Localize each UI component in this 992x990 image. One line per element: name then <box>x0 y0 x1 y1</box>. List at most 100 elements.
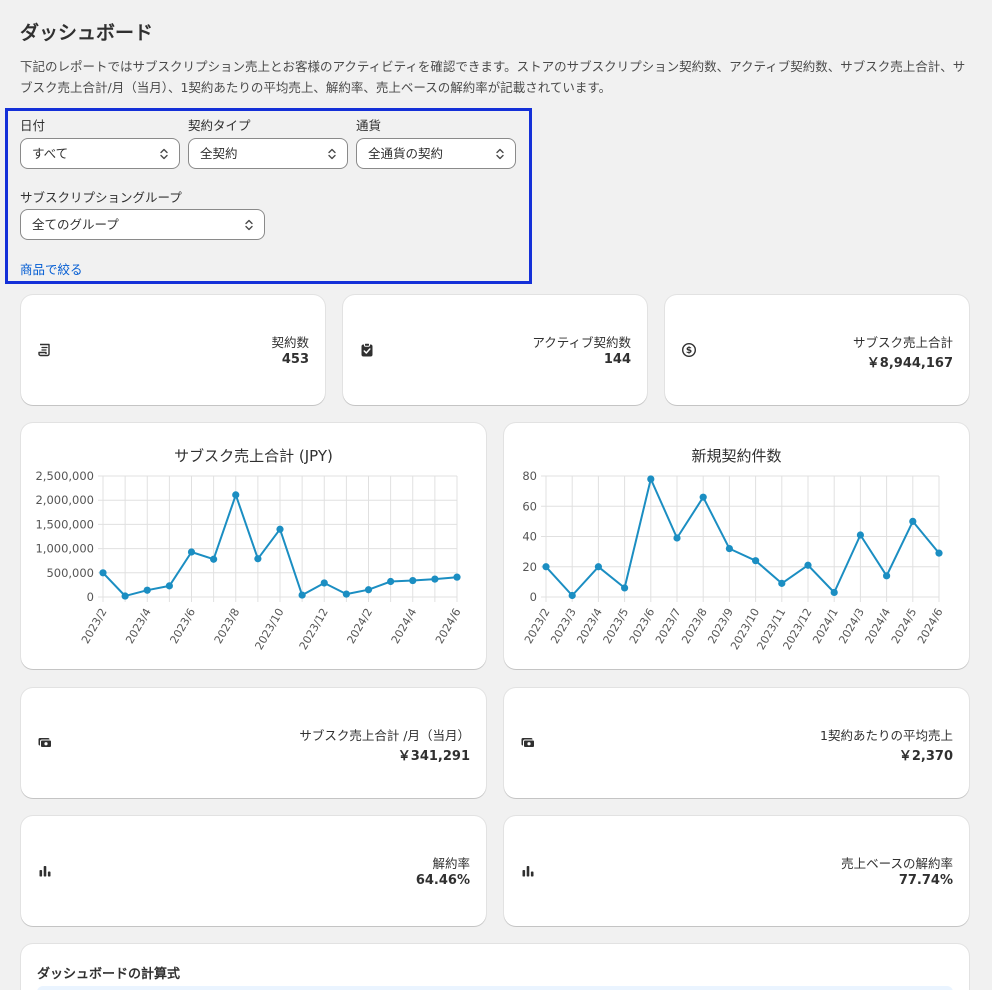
date-select[interactable]: すべて <box>20 138 180 169</box>
kpi-label: 売上ベースの解約率 <box>841 856 953 871</box>
kpi-label: 解約率 <box>432 856 470 871</box>
data-point <box>856 531 864 539</box>
bar-chart-icon <box>39 866 51 877</box>
contract-type-select[interactable]: 全契約 <box>188 138 348 169</box>
kpi-value: ￥8,944,167 <box>866 356 953 371</box>
page-description: 下記のレポートではサブスクリプション売上とお客様のアクティビティを確認できます。… <box>20 59 966 95</box>
x-tick-label: 2023/12 <box>297 606 331 652</box>
data-point <box>165 582 173 590</box>
currency-filter-label: 通貨 <box>356 118 382 133</box>
data-point <box>187 548 196 556</box>
date-filter-label: 日付 <box>20 118 46 133</box>
data-point <box>568 591 576 600</box>
formula-card: ダッシュボードの計算式 <box>21 944 969 990</box>
data-point <box>276 525 284 533</box>
dollar-circle-icon: $ <box>681 342 697 358</box>
kpi-label: サブスク売上合計 /月（当月） <box>299 728 470 743</box>
y-tick-label: 500,000 <box>46 566 94 580</box>
data-point <box>699 493 707 501</box>
kpi-value: 64.46% <box>415 873 470 888</box>
data-point <box>804 561 812 569</box>
kpi-value: 453 <box>281 352 309 367</box>
kpi-card-revenue-churn-rate: 売上ベースの解約率 77.74% <box>504 816 969 926</box>
kpi-label: 契約数 <box>271 335 309 350</box>
data-point <box>752 557 760 565</box>
currency-select[interactable]: 全通貨の契約 <box>356 138 516 169</box>
y-tick-label: 1,500,000 <box>35 517 94 531</box>
select-chevron-icon <box>496 148 504 160</box>
kpi-card-revenue-total: $ サブスク売上合計 ￥8,944,167 <box>665 295 969 405</box>
y-tick-label: 0 <box>87 590 94 604</box>
contract-type-filter-label: 契約タイプ <box>188 118 251 133</box>
cash-icon <box>38 738 52 748</box>
clipboard-check-icon <box>361 342 373 357</box>
contract-type-select-value: 全契約 <box>200 146 238 161</box>
kpi-label: アクティブ契約数 <box>532 335 631 350</box>
y-tick-label: 40 <box>522 530 537 544</box>
data-point <box>830 588 838 597</box>
y-tick-label: 1,000,000 <box>35 542 94 556</box>
svg-text:$: $ <box>686 346 692 356</box>
data-point <box>364 586 373 594</box>
data-point <box>431 575 439 583</box>
data-point <box>121 592 129 600</box>
kpi-card-churn-rate: 解約率 64.46% <box>21 816 486 926</box>
receipt-icon <box>38 343 50 357</box>
kpi-label: 1契約あたりの平均売上 <box>820 728 953 743</box>
data-point <box>542 563 550 571</box>
x-tick-label: 2023/4 <box>123 606 154 646</box>
series-line <box>545 478 940 597</box>
chart-card-new-contracts: 新規契約件数 0 20 40 60 80 2023/2 2023/3 2023/4 2023/5… <box>504 423 969 669</box>
data-point <box>594 563 602 571</box>
date-select-value: すべて <box>32 146 69 161</box>
data-point <box>342 590 350 598</box>
x-tick-label: 2023/8 <box>212 606 243 646</box>
kpi-value: ￥341,291 <box>397 749 470 764</box>
data-point <box>210 555 218 563</box>
x-tick-label: 2023/2 <box>79 606 110 646</box>
select-chevron-icon <box>160 148 168 160</box>
y-tick-label: 80 <box>522 469 537 483</box>
cash-icon <box>521 738 535 748</box>
x-tick-label: 2023/10 <box>252 606 286 652</box>
formula-title: ダッシュボードの計算式 <box>37 967 181 982</box>
select-chevron-icon <box>328 148 336 160</box>
kpi-card-monthly-revenue: サブスク売上合計 /月（当月） ￥341,291 <box>21 688 486 798</box>
x-tick-label: 2023/6 <box>167 606 198 646</box>
group-select-value: 全てのグループ <box>32 217 119 232</box>
x-tick-label: 2024/6 <box>915 606 946 646</box>
data-point <box>320 579 328 587</box>
x-tick-label: 2024/2 <box>344 606 375 646</box>
x-tick-label: 2024/6 <box>433 606 464 646</box>
kpi-card-active-contracts: アクティブ契約数 144 <box>343 295 647 405</box>
y-tick-label: 60 <box>522 499 537 513</box>
data-point <box>673 534 681 542</box>
y-tick-label: 0 <box>530 590 537 604</box>
data-point <box>909 517 917 525</box>
x-tick-label: 2024/4 <box>389 606 420 646</box>
kpi-card-avg-revenue: 1契約あたりの平均売上 ￥2,370 <box>504 688 969 798</box>
data-point <box>453 573 461 581</box>
formula-info-banner <box>37 986 953 990</box>
kpi-label: サブスク売上合計 <box>852 335 953 350</box>
y-tick-label: 20 <box>522 560 537 574</box>
data-point <box>409 576 417 585</box>
data-point <box>883 572 891 580</box>
data-point <box>232 491 240 499</box>
y-tick-label: 2,000,000 <box>35 493 94 507</box>
data-point <box>387 577 395 586</box>
data-point <box>254 555 262 563</box>
data-point <box>621 584 629 592</box>
currency-select-value: 全通貨の契約 <box>368 146 444 161</box>
page-title: ダッシュボード <box>20 22 154 44</box>
new-contracts-line-chart: 0204060802023/22023/32023/42023/52023/62… <box>522 469 946 652</box>
data-point <box>725 545 733 553</box>
kpi-value: 144 <box>603 352 631 367</box>
data-point <box>298 591 306 599</box>
kpi-value: ￥2,370 <box>898 749 953 764</box>
data-point <box>99 569 107 577</box>
chart-card-revenue: サブスク売上合計 (JPY) 0 500,000 1,000,000 1,500,00… <box>21 423 486 669</box>
select-chevron-icon <box>245 219 253 231</box>
filter-by-product-link[interactable]: 商品で絞る <box>20 259 83 278</box>
group-select[interactable]: 全てのグループ <box>20 209 265 240</box>
